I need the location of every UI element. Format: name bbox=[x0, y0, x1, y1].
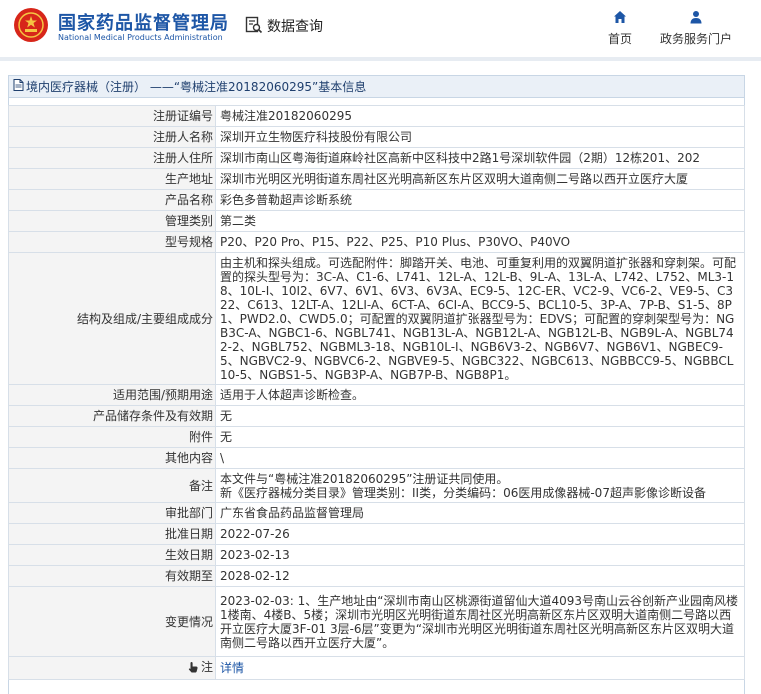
field-label: 其他内容 bbox=[8, 447, 216, 469]
nav-service-portal[interactable]: 政务服务门户 bbox=[654, 10, 738, 47]
field-value: 本文件与“粤械注准20182060295”注册证共同使用。 新《医疗器械分类目录… bbox=[215, 468, 745, 503]
table-row: 结构及组成/主要组成成分 由主机和探头组成。可选配附件：脚踏开关、电池、可重复利… bbox=[8, 252, 745, 385]
field-value: 2023-02-13 bbox=[215, 544, 745, 566]
field-label: 审批部门 bbox=[8, 502, 216, 524]
field-value: \ bbox=[215, 447, 745, 469]
table-row: 附件 无 bbox=[8, 426, 745, 448]
field-label: 变更情况 bbox=[8, 586, 216, 657]
field-label: 附件 bbox=[8, 426, 216, 448]
nav-home[interactable]: 首页 bbox=[604, 10, 636, 47]
table-row: 管理类别 第二类 bbox=[8, 210, 745, 232]
table-row: 生效日期 2023-02-13 bbox=[8, 544, 745, 566]
field-value: 深圳市南山区粤海街道麻岭社区高新中区科技中2路1号深圳软件园（2期）12栋201… bbox=[215, 147, 745, 169]
table-row: 批准日期 2022-07-26 bbox=[8, 523, 745, 545]
field-value: 详情 bbox=[215, 656, 745, 680]
field-label: 结构及组成/主要组成成分 bbox=[8, 252, 216, 385]
field-label: 备注 bbox=[8, 468, 216, 503]
table-row: 审批部门 广东省食品药品监督管理局 bbox=[8, 502, 745, 524]
field-value: 2028-02-12 bbox=[215, 565, 745, 587]
data-query-label: 数据查询 bbox=[267, 19, 323, 35]
field-value: 2022-07-26 bbox=[215, 523, 745, 545]
home-icon bbox=[604, 10, 636, 26]
table-row: 产品名称 彩色多普勒超声诊断系统 bbox=[8, 189, 745, 211]
details-link[interactable]: 详情 bbox=[220, 661, 244, 675]
field-label: 注册人住所 bbox=[8, 147, 216, 169]
field-value: 无 bbox=[215, 426, 745, 448]
nav-portal-label: 政务服务门户 bbox=[659, 32, 732, 46]
hand-pointer-icon bbox=[187, 661, 199, 676]
emblem-logo-icon[interactable] bbox=[14, 8, 48, 42]
registration-info-table: 注册证编号 粤械注准20182060295 注册人名称 深圳开立生物医疗科技股份… bbox=[8, 105, 745, 680]
table-row: 注册证编号 粤械注准20182060295 bbox=[8, 105, 745, 127]
table-row: 型号规格 P20、P20 Pro、P15、P22、P25、P10 Plus、P3… bbox=[8, 231, 745, 253]
field-label: 适用范围/预期用途 bbox=[8, 384, 216, 406]
field-label: 注册人名称 bbox=[8, 126, 216, 148]
field-value: 2023-02-03: 1、生产地址由“深圳市南山区桃源街道留仙大道4093号南… bbox=[215, 586, 745, 657]
header-divider bbox=[0, 57, 761, 61]
panel-title-bar: 境内医疗器械（注册） ——“粤械注准20182060295”基本信息 bbox=[9, 76, 744, 98]
field-label: 产品储存条件及有效期 bbox=[8, 405, 216, 427]
nav-home-label: 首页 bbox=[607, 32, 632, 46]
field-label: 生效日期 bbox=[8, 544, 216, 566]
field-value: P20、P20 Pro、P15、P22、P25、P10 Plus、P30VO、P… bbox=[215, 231, 745, 253]
field-value: 第二类 bbox=[215, 210, 745, 232]
field-value: 深圳市光明区光明街道东周社区光明高新区东片区双明大道南侧二号路以西开立医疗大厦 bbox=[215, 168, 745, 190]
table-row: 变更情况 2023-02-03: 1、生产地址由“深圳市南山区桃源街道留仙大道4… bbox=[8, 586, 745, 657]
field-value: 深圳开立生物医疗科技股份有限公司 bbox=[215, 126, 745, 148]
field-value: 广东省食品药品监督管理局 bbox=[215, 502, 745, 524]
table-row: 适用范围/预期用途 适用于人体超声诊断检查。 bbox=[8, 384, 745, 406]
table-row: 备注 本文件与“粤械注准20182060295”注册证共同使用。 新《医疗器械分… bbox=[8, 468, 745, 503]
data-search-icon bbox=[245, 16, 263, 37]
table-row: 有效期至 2028-02-12 bbox=[8, 565, 745, 587]
brand-name-en[interactable]: National Medical Products Administration bbox=[58, 33, 223, 42]
field-label: 注册证编号 bbox=[8, 105, 216, 127]
field-label: 批准日期 bbox=[8, 523, 216, 545]
field-label: 产品名称 bbox=[8, 189, 216, 211]
field-value: 彩色多普勒超声诊断系统 bbox=[215, 189, 745, 211]
field-value: 无 bbox=[215, 405, 745, 427]
table-row: 注册人名称 深圳开立生物医疗科技股份有限公司 bbox=[8, 126, 745, 148]
field-label: 有效期至 bbox=[8, 565, 216, 587]
user-icon bbox=[654, 10, 738, 26]
field-value: 粤械注准20182060295 bbox=[215, 105, 745, 127]
field-label: 管理类别 bbox=[8, 210, 216, 232]
table-row: 其他内容 \ bbox=[8, 447, 745, 469]
remark-line-1: 本文件与“粤械注准20182060295”注册证共同使用。 bbox=[220, 471, 509, 486]
data-query-link[interactable]: 数据查询 bbox=[245, 14, 323, 38]
field-label: 注 bbox=[8, 656, 216, 680]
table-row: 注 详情 bbox=[8, 656, 745, 680]
table-row: 产品储存条件及有效期 无 bbox=[8, 405, 745, 427]
remark-line-2: 新《医疗器械分类目录》管理类别：II类，分类编码：06医用成像器械-07超声影像… bbox=[220, 485, 706, 500]
site-header: 国家药品监督管理局 National Medical Products Admi… bbox=[0, 0, 761, 56]
table-row: 生产地址 深圳市光明区光明街道东周社区光明高新区东片区双明大道南侧二号路以西开立… bbox=[8, 168, 745, 190]
field-label: 生产地址 bbox=[8, 168, 216, 190]
table-row: 注册人住所 深圳市南山区粤海街道麻岭社区高新中区科技中2路1号深圳软件园（2期）… bbox=[8, 147, 745, 169]
field-label: 型号规格 bbox=[8, 231, 216, 253]
field-value: 适用于人体超声诊断检查。 bbox=[215, 384, 745, 406]
document-icon bbox=[13, 76, 24, 98]
brand-name-cn[interactable]: 国家药品监督管理局 bbox=[58, 9, 229, 35]
note-label: 注 bbox=[200, 660, 213, 674]
field-value: 由主机和探头组成。可选配附件：脚踏开关、电池、可重复利用的双翼阴道扩张器和穿刺架… bbox=[215, 252, 745, 385]
panel-title: 境内医疗器械（注册） ——“粤械注准20182060295”基本信息 bbox=[26, 79, 367, 94]
